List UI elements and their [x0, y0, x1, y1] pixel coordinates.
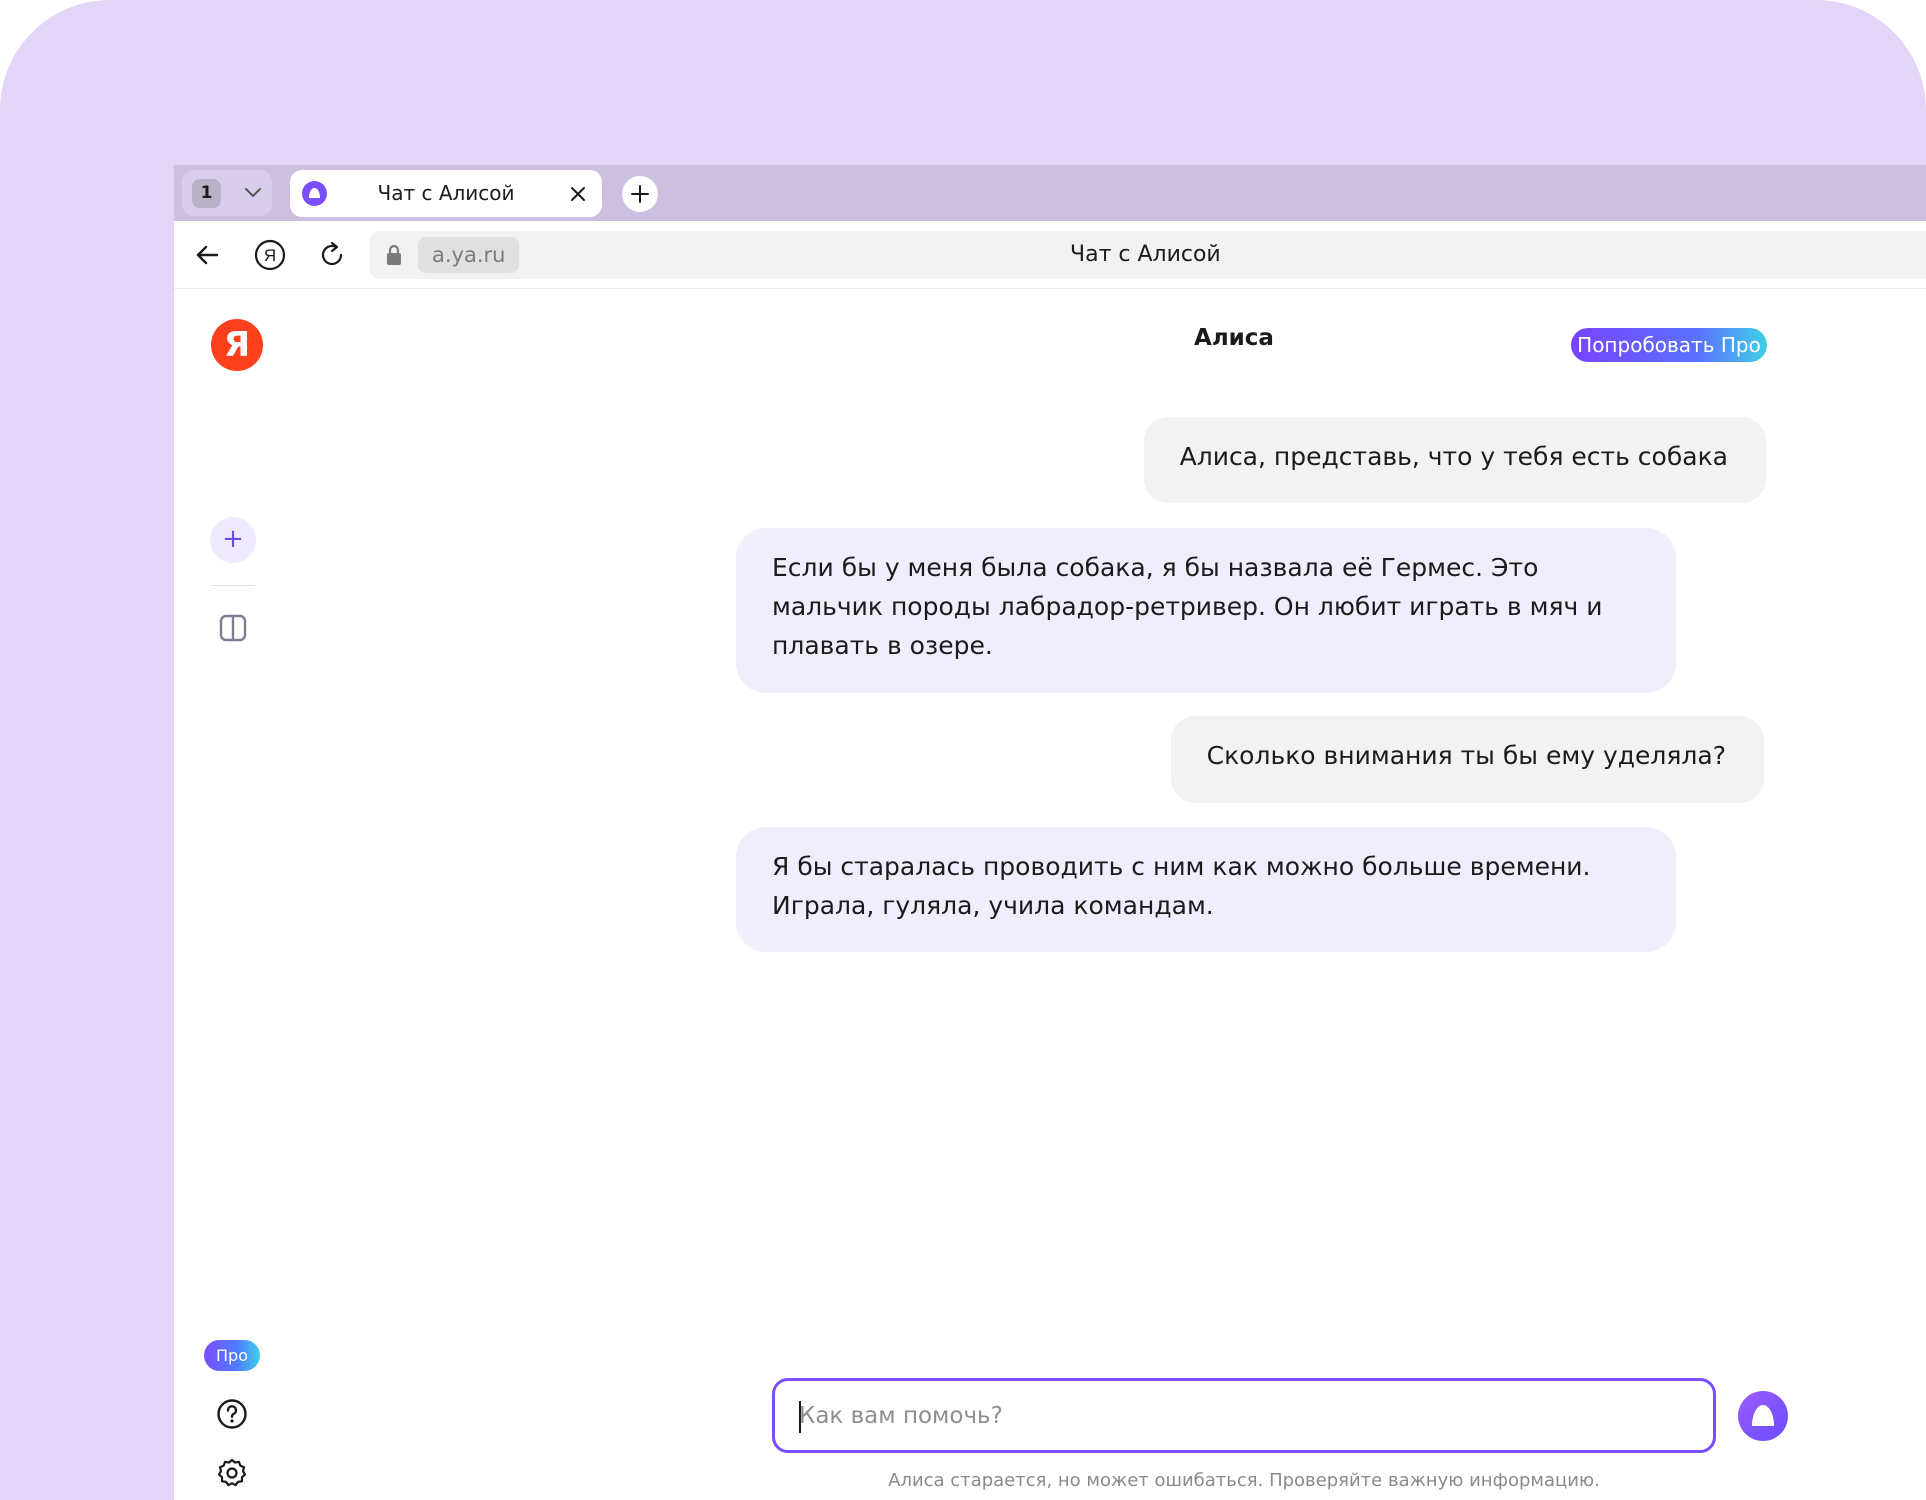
close-icon[interactable]	[570, 186, 586, 202]
tab-alice-chat[interactable]: Чат с Алисой	[290, 170, 602, 217]
new-tab-button[interactable]	[622, 176, 658, 212]
user-message: Алиса, представь, что у тебя есть собака	[1143, 417, 1766, 503]
chevron-down-icon	[245, 188, 261, 198]
message-composer[interactable]	[772, 1378, 1716, 1453]
user-message: Сколько внимания ты бы ему уделяла?	[1170, 716, 1764, 803]
svg-text:Я: Я	[264, 246, 276, 265]
assistant-message: Если бы у меня была собака, я бы назвала…	[736, 528, 1676, 693]
reload-icon[interactable]	[315, 238, 349, 272]
tab-strip: 1 Чат с Алисой	[174, 165, 1926, 221]
arrow-left-icon[interactable]	[191, 238, 225, 272]
message-input[interactable]	[799, 1381, 1679, 1450]
alice-icon	[1752, 1405, 1774, 1426]
gear-icon[interactable]	[216, 1457, 248, 1489]
assistant-message: Я бы старалась проводить с ним как можно…	[736, 827, 1676, 952]
address-page-title: Чат с Алисой	[1070, 242, 1221, 267]
try-pro-button[interactable]: Попробовать Про	[1571, 328, 1767, 362]
disclaimer-text: Алиса старается, но может ошибаться. Про…	[888, 1470, 1600, 1491]
plus-icon	[631, 185, 649, 203]
rail-divider	[211, 585, 255, 586]
tab-count: 1	[192, 179, 221, 208]
pro-badge[interactable]: Про	[204, 1340, 260, 1371]
yandex-circle-icon[interactable]: Я	[253, 238, 287, 272]
browser-window: 1 Чат с Алисой Я a.ya.ru Чат с Алисой Я …	[174, 165, 1926, 1500]
help-icon[interactable]	[216, 1398, 248, 1430]
lock-icon	[387, 244, 401, 265]
address-domain[interactable]: a.ya.ru	[418, 237, 520, 273]
chat-title: Алиса	[1194, 325, 1274, 351]
yandex-logo[interactable]: Я	[211, 319, 263, 371]
tab-title: Чат с Алисой	[377, 181, 515, 205]
sidebar-toggle-icon[interactable]	[219, 614, 247, 642]
alice-voice-button[interactable]	[1738, 1391, 1788, 1441]
new-chat-button[interactable]: +	[210, 517, 256, 563]
alice-icon	[302, 181, 327, 206]
browser-toolbar: Я a.ya.ru Чат с Алисой	[174, 221, 1926, 289]
tab-counter-button[interactable]: 1	[182, 170, 272, 216]
address-bar[interactable]: a.ya.ru Чат с Алисой	[370, 231, 1926, 279]
